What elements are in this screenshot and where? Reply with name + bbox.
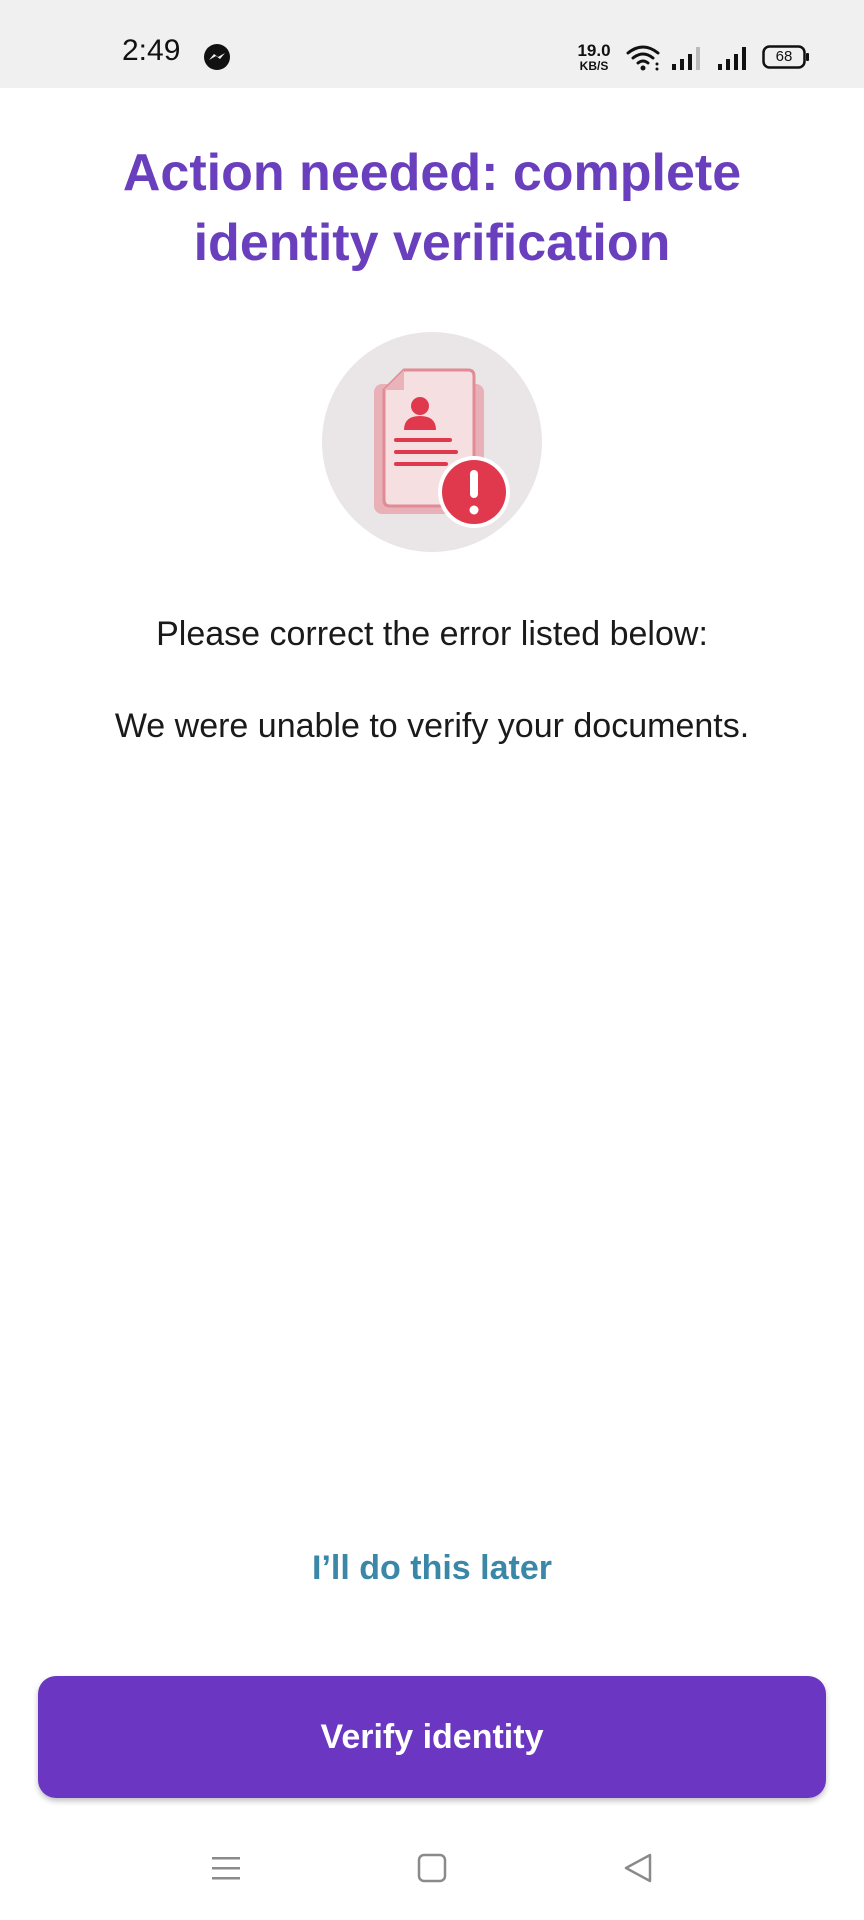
- home-icon[interactable]: [414, 1850, 450, 1886]
- signal-icon: [718, 47, 746, 70]
- status-bar: 2:49 19.0 KB/S 68: [0, 0, 864, 88]
- status-time: 2:49: [122, 34, 181, 67]
- wifi-icon: [626, 45, 660, 71]
- menu-icon[interactable]: [208, 1850, 244, 1886]
- identity-verification-screen: 2:49 19.0 KB/S 68 Action needed: complet…: [0, 0, 864, 1920]
- document-error-icon: [322, 332, 542, 552]
- do-later-link[interactable]: I’ll do this later: [232, 1540, 632, 1596]
- error-message: We were unable to verify your documents.: [114, 707, 750, 745]
- verify-identity-button[interactable]: Verify identity: [38, 1676, 826, 1798]
- messenger-icon: [204, 44, 230, 70]
- back-icon[interactable]: [620, 1850, 656, 1886]
- signal-icon: [672, 47, 700, 70]
- network-speed: 19.0 KB/S: [574, 42, 614, 72]
- network-speed-value: 19.0: [577, 41, 611, 60]
- battery-level: 68: [775, 48, 793, 65]
- page-title: Action needed: complete identity verific…: [122, 144, 742, 272]
- network-speed-unit: KB/S: [579, 59, 609, 73]
- instruction-text: Please correct the error listed below:: [156, 615, 708, 653]
